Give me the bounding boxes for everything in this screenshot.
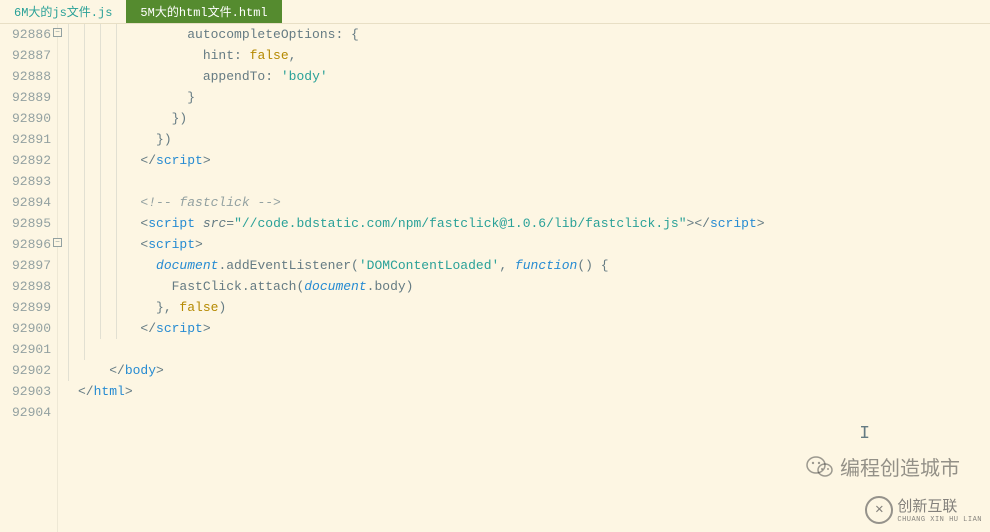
tab-bar: 6M大的js文件.js 5M大的html文件.html [0,0,990,24]
code-line [78,402,990,423]
code-line: }, false) [78,297,990,318]
line-number: 92900 [0,318,51,339]
code-line: </script> [78,150,990,171]
code-line: </script> [78,318,990,339]
line-number: 92890 [0,108,51,129]
line-number-gutter: 92886− 92887 92888 92889 92890 92891 928… [0,24,58,532]
line-number: 92897 [0,255,51,276]
line-number: 92904 [0,402,51,423]
code-line: <!-- fastclick --> [78,192,990,213]
code-line: FastClick.attach(document.body) [78,276,990,297]
line-number: 92887 [0,45,51,66]
line-number: 92886− [0,24,51,45]
brand-name: 创新互联 [897,499,957,516]
code-line: </body> [78,360,990,381]
wechat-icon [806,455,834,479]
line-number: 92894 [0,192,51,213]
code-line: autocompleteOptions: { [78,24,990,45]
line-number: 92896− [0,234,51,255]
line-number: 92892 [0,150,51,171]
watermark-brand: ✕ 创新互联 CHUANG XIN HU LIAN [865,495,982,524]
tab-js-file[interactable]: 6M大的js文件.js [0,0,126,23]
line-number: 92889 [0,87,51,108]
code-line: }) [78,129,990,150]
line-number: 92903 [0,381,51,402]
line-number: 92895 [0,213,51,234]
code-line: } [78,87,990,108]
code-line: }) [78,108,990,129]
code-line [78,339,990,360]
code-line [78,171,990,192]
code-line: <script src="//code.bdstatic.com/npm/fas… [78,213,990,234]
code-line: hint: false, [78,45,990,66]
code-line: <script> [78,234,990,255]
line-number: 92899 [0,297,51,318]
line-number: 92902 [0,360,51,381]
line-number: 92891 [0,129,51,150]
tab-html-file[interactable]: 5M大的html文件.html [126,0,281,23]
code-line: </html> [78,381,990,402]
watermark-wechat: 编程创造城市 [806,452,960,482]
brand-subtitle: CHUANG XIN HU LIAN [897,516,982,524]
text-cursor-icon: I [859,424,870,444]
line-number: 92888 [0,66,51,87]
code-line: appendTo: 'body' [78,66,990,87]
code-line: document.addEventListener('DOMContentLoa… [78,255,990,276]
brand-logo-icon: ✕ [865,496,893,524]
watermark-text: 编程创造城市 [840,452,960,482]
line-number: 92901 [0,339,51,360]
line-number: 92898 [0,276,51,297]
line-number: 92893 [0,171,51,192]
